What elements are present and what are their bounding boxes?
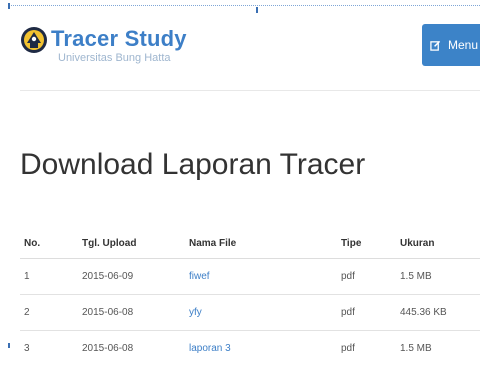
table-row: 3 2015-06-08 laporan 3 pdf 1.5 MB — [20, 330, 480, 366]
cell-upload-date: 2015-06-08 — [78, 294, 185, 331]
cell-size: 1.5 MB — [396, 258, 480, 295]
table-header-row: No. Tgl. Upload Nama File Tipe Ukuran — [20, 228, 480, 259]
column-header-upload-date: Tgl. Upload — [78, 228, 185, 259]
column-header-no: No. — [20, 228, 78, 259]
cell-type: pdf — [337, 294, 396, 331]
frame-marker — [8, 343, 10, 348]
table-row: 1 2015-06-09 fiwef pdf 1.5 MB — [20, 258, 480, 295]
column-header-type: Tipe — [337, 228, 396, 259]
cell-no: 1 — [20, 258, 78, 295]
cell-file-name: yfy — [185, 294, 337, 331]
cell-size: 1.5 MB — [396, 330, 480, 366]
edit-icon — [430, 40, 441, 51]
cell-size: 445.36 KB — [396, 294, 480, 331]
file-download-link[interactable]: laporan 3 — [189, 343, 231, 354]
cell-upload-date: 2015-06-09 — [78, 258, 185, 295]
university-logo-icon — [21, 27, 47, 53]
cell-file-name: fiwef — [185, 258, 337, 295]
column-header-size: Ukuran — [396, 228, 480, 259]
cell-no: 2 — [20, 294, 78, 331]
cell-type: pdf — [337, 258, 396, 295]
top-frame-line — [8, 5, 480, 6]
header-divider — [20, 90, 480, 91]
cell-no: 3 — [20, 330, 78, 366]
menu-button-label: Menu — [447, 38, 479, 52]
cell-file-name: laporan 3 — [185, 330, 337, 366]
brand-subtitle: Universitas Bung Hatta — [58, 52, 171, 64]
cell-type: pdf — [337, 330, 396, 366]
site-header: Tracer Study Universitas Bung Hatta Menu — [20, 24, 480, 84]
column-header-file-name: Nama File — [185, 228, 337, 259]
report-files-table: No. Tgl. Upload Nama File Tipe Ukuran 1 … — [20, 228, 480, 366]
file-download-link[interactable]: fiwef — [189, 271, 210, 282]
file-download-link[interactable]: yfy — [189, 307, 202, 318]
frame-marker — [8, 3, 10, 9]
page-title: Download Laporan Tracer — [20, 148, 366, 181]
cell-upload-date: 2015-06-08 — [78, 330, 185, 366]
menu-button[interactable]: Menu — [422, 24, 480, 66]
frame-marker — [256, 7, 258, 13]
table-row: 2 2015-06-08 yfy pdf 445.36 KB — [20, 294, 480, 331]
brand-title: Tracer Study — [51, 26, 187, 51]
